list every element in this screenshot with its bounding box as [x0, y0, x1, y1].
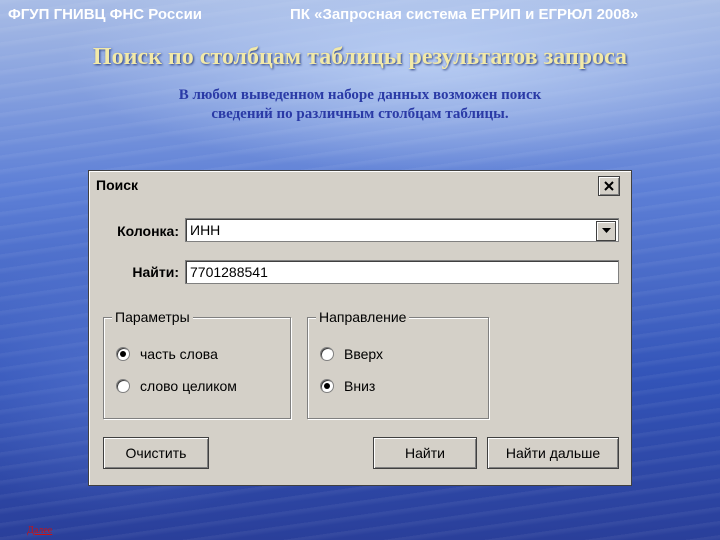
radio-direction-down-button[interactable]	[320, 379, 334, 393]
dialog-titlebar[interactable]: Поиск	[92, 174, 626, 196]
find-input[interactable]	[185, 260, 619, 284]
next-slide-link[interactable]: Далее	[27, 525, 52, 536]
radio-direction-down-label: Вниз	[344, 378, 376, 394]
column-dropdown-button[interactable]	[596, 221, 616, 241]
radio-part-word[interactable]: часть слова	[116, 346, 218, 362]
radio-direction-down[interactable]: Вниз	[320, 378, 375, 394]
radio-direction-up-button[interactable]	[320, 347, 334, 361]
direction-group-legend: Направление	[316, 309, 410, 325]
radio-direction-up-label: Вверх	[344, 346, 384, 362]
slide-subtitle: В любом выведенном наборе данных возможе…	[178, 87, 542, 122]
product-name: ПК «Запросная система ЕГРИП и ЕГРЮЛ 2008…	[290, 6, 639, 23]
radio-whole-word-button[interactable]	[116, 379, 130, 393]
dialog-title: Поиск	[96, 177, 139, 193]
find-label: Найти:	[132, 264, 179, 280]
find-next-button[interactable]: Найти дальше	[487, 437, 619, 469]
radio-whole-word[interactable]: слово целиком	[116, 378, 237, 394]
close-button[interactable]	[598, 176, 620, 196]
params-group: Параметры часть слова слово целиком	[103, 309, 291, 419]
organization-name: ФГУП ГНИВЦ ФНС России	[8, 6, 203, 23]
column-select-value: ИНН	[190, 222, 221, 238]
chevron-down-icon	[601, 228, 611, 233]
radio-part-word-button[interactable]	[116, 347, 130, 361]
column-select[interactable]: ИНН	[185, 218, 619, 242]
radio-direction-up[interactable]: Вверх	[320, 346, 383, 362]
direction-group: Направление Вверх Вниз	[307, 309, 489, 419]
params-group-legend: Параметры	[112, 309, 193, 325]
search-dialog: Поиск Колонка: ИНН Найти: Параметры част…	[88, 170, 632, 486]
radio-part-word-label: часть слова	[140, 346, 218, 362]
close-icon	[604, 181, 614, 191]
radio-whole-word-label: слово целиком	[140, 378, 237, 394]
clear-button[interactable]: Очистить	[103, 437, 209, 469]
find-button[interactable]: Найти	[373, 437, 477, 469]
slide-header: ФГУП ГНИВЦ ФНС России ПК «Запросная сист…	[0, 6, 720, 28]
slide-title: Поиск по столбцам таблицы результатов за…	[92, 44, 628, 70]
column-label: Колонка:	[117, 223, 179, 239]
